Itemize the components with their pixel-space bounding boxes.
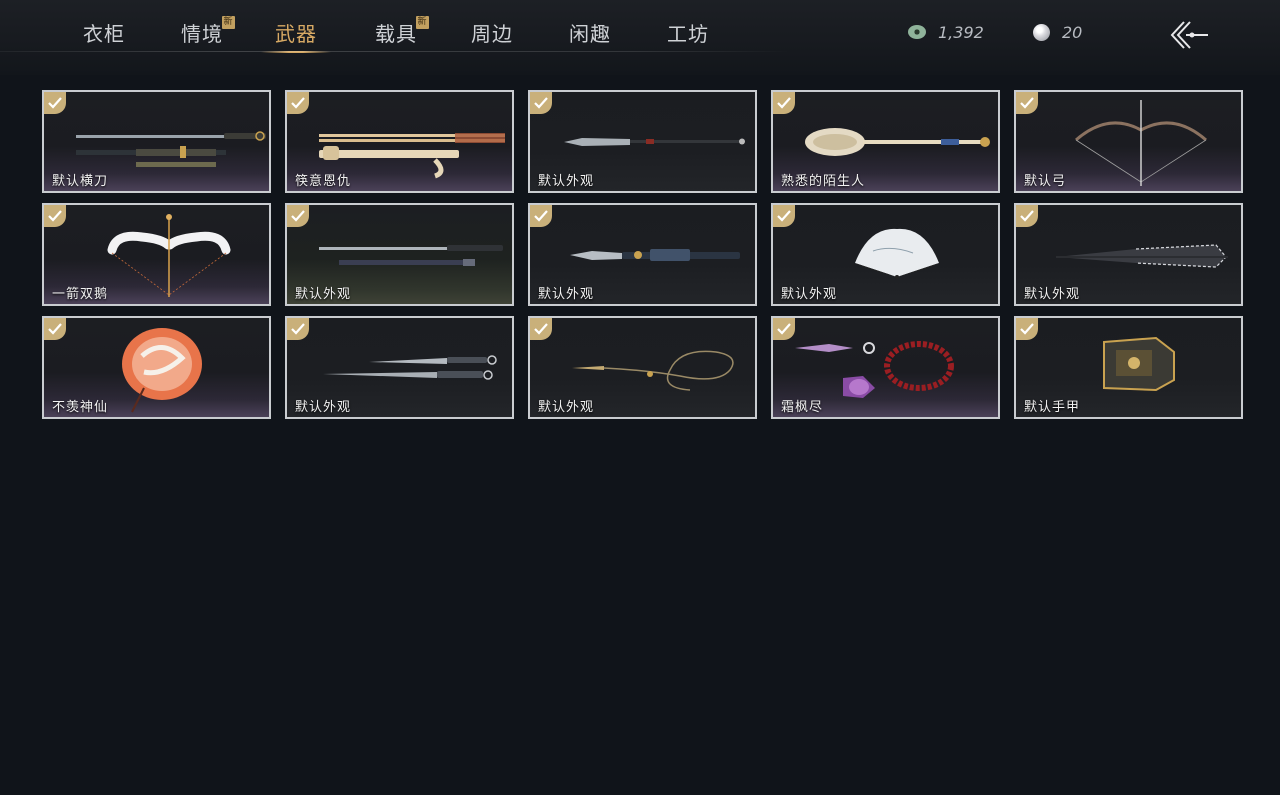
- weapon-card[interactable]: 默认外观: [1014, 203, 1243, 306]
- weapon-card[interactable]: 熟悉的陌生人: [771, 90, 1000, 193]
- pearl-icon: [1033, 23, 1050, 41]
- checkmark-icon: [773, 205, 795, 227]
- item-name: 筷意恩仇: [295, 174, 352, 189]
- weapon-card[interactable]: 筷意恩仇: [285, 90, 514, 193]
- jade-coin-icon: [908, 25, 926, 39]
- checkmark-icon: [287, 318, 309, 340]
- checkmark-icon: [773, 92, 795, 114]
- back-button[interactable]: [1166, 18, 1210, 52]
- category-tabs: 衣柜 情境新 武器 载具新 周边 闲趣 工坊: [0, 0, 790, 53]
- weapon-card[interactable]: 霜枫尽: [771, 316, 1000, 419]
- checkmark-icon: [530, 92, 552, 114]
- checkmark-icon: [44, 92, 66, 114]
- new-badge: 新: [416, 16, 429, 29]
- item-name: 默认外观: [1024, 287, 1081, 302]
- item-name: 不羡神仙: [52, 400, 109, 415]
- coin-amount: 1,392: [938, 22, 984, 42]
- coin-balance: 1,392: [908, 21, 984, 43]
- checkmark-icon: [1016, 318, 1038, 340]
- weapon-card[interactable]: 默认外观: [771, 203, 1000, 306]
- weapon-card[interactable]: 默认外观: [285, 316, 514, 419]
- weapon-card[interactable]: 默认弓: [1014, 90, 1243, 193]
- item-name: 默认横刀: [52, 174, 109, 189]
- weapon-card[interactable]: 默认外观: [285, 203, 514, 306]
- checkmark-icon: [287, 92, 309, 114]
- checkmark-icon: [1016, 92, 1038, 114]
- pearl-amount: 20: [1062, 22, 1083, 42]
- item-name: 默认外观: [538, 400, 595, 415]
- checkmark-icon: [530, 318, 552, 340]
- checkmark-icon: [530, 205, 552, 227]
- item-name: 默认外观: [295, 287, 352, 302]
- item-name: 默认手甲: [1024, 400, 1081, 415]
- weapon-card[interactable]: 默认横刀: [42, 90, 271, 193]
- item-name: 熟悉的陌生人: [781, 174, 866, 189]
- weapon-card[interactable]: 一箭双鹅: [42, 203, 271, 306]
- weapon-card[interactable]: 默认外观: [528, 203, 757, 306]
- weapon-card[interactable]: 默认外观: [528, 90, 757, 193]
- weapon-card[interactable]: 不羡神仙: [42, 316, 271, 419]
- item-name: 默认弓: [1024, 174, 1067, 189]
- tab-vehicles[interactable]: 载具新: [375, 16, 429, 52]
- tab-peripherals[interactable]: 周边: [471, 18, 513, 52]
- checkmark-icon: [1016, 205, 1038, 227]
- checkmark-icon: [44, 318, 66, 340]
- new-badge: 新: [222, 16, 235, 29]
- tab-scene[interactable]: 情境新: [181, 16, 235, 52]
- item-name: 默认外观: [538, 174, 595, 189]
- item-name: 默认外观: [295, 400, 352, 415]
- weapon-card[interactable]: 默认外观: [528, 316, 757, 419]
- item-name: 默认外观: [781, 287, 838, 302]
- item-name: 霜枫尽: [781, 400, 824, 415]
- top-bar: 衣柜 情境新 武器 载具新 周边 闲趣 工坊 1,392 20: [0, 0, 1280, 75]
- back-arrow-icon: [1170, 21, 1208, 49]
- item-name: 默认外观: [538, 287, 595, 302]
- pearl-balance: 20: [1033, 21, 1082, 43]
- item-name: 一箭双鹅: [52, 287, 109, 302]
- checkmark-icon: [773, 318, 795, 340]
- tab-weapons[interactable]: 武器: [261, 18, 331, 53]
- checkmark-icon: [44, 205, 66, 227]
- tab-wardrobe[interactable]: 衣柜: [83, 18, 125, 52]
- tab-workshop[interactable]: 工坊: [667, 18, 709, 52]
- weapon-card[interactable]: 默认手甲: [1014, 316, 1243, 419]
- checkmark-icon: [287, 205, 309, 227]
- tab-leisure[interactable]: 闲趣: [569, 18, 611, 52]
